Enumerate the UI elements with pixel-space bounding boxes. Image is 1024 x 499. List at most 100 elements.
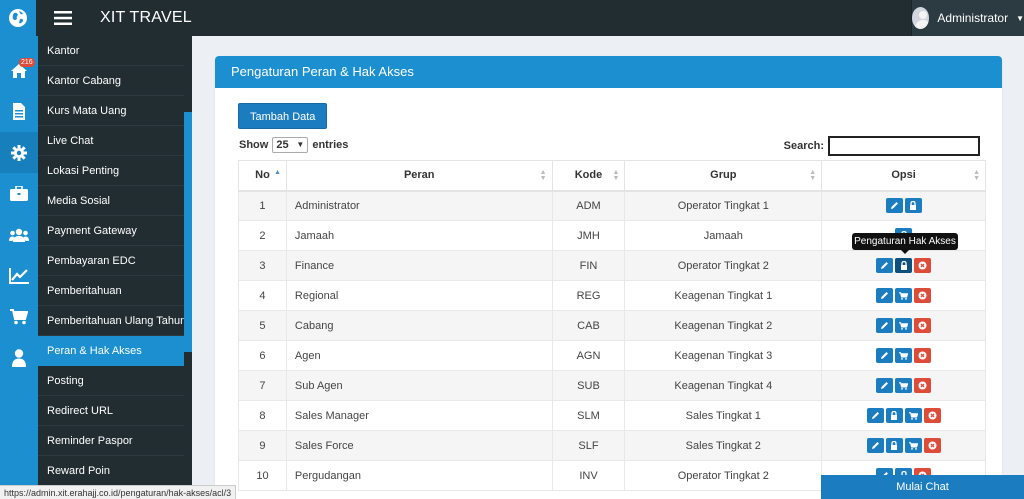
edit-button[interactable] xyxy=(866,408,884,423)
cell-grup: Keagenan Tingkat 4 xyxy=(624,370,823,401)
access-rights-button[interactable] xyxy=(885,408,903,423)
cell-opsi xyxy=(821,280,986,311)
sidebar-item-reminder-paspor[interactable]: Reminder Paspor xyxy=(38,426,192,456)
sidebar-icon-chart[interactable] xyxy=(0,255,38,296)
access-rights-button[interactable] xyxy=(904,198,922,214)
sidebar-icon-cart[interactable] xyxy=(0,296,38,337)
access-rights-button[interactable] xyxy=(895,258,913,273)
row-actions xyxy=(885,198,922,214)
start-chat-button[interactable]: Mulai Chat xyxy=(821,475,1024,499)
column-header-kode[interactable]: Kode ▲ ▼ xyxy=(551,160,626,192)
cart-button[interactable] xyxy=(895,318,913,333)
cart-button[interactable] xyxy=(904,408,922,423)
edit-button[interactable] xyxy=(885,198,903,214)
panel-title: Pengaturan Peran & Hak Akses xyxy=(215,56,1002,88)
lock-icon xyxy=(890,441,898,450)
column-header-peran[interactable]: Peran ▲ ▼ xyxy=(285,160,553,192)
menu-toggle-button[interactable] xyxy=(36,0,90,36)
cell-kode: SLF xyxy=(551,430,626,461)
scrollbar-thumb[interactable] xyxy=(184,112,192,352)
pencil-icon xyxy=(880,381,889,390)
pencil-icon xyxy=(880,321,889,330)
sidebar-item-pemberitahuan-ulang-tahun[interactable]: Pemberitahuan Ulang Tahun xyxy=(38,306,192,336)
delete-button[interactable] xyxy=(914,288,932,303)
cell-peran: Agen xyxy=(285,340,553,371)
sidebar-item-peran-hak-akses[interactable]: Peran & Hak Akses xyxy=(38,336,192,366)
sidebar-scrollbar[interactable] xyxy=(184,36,192,499)
sidebar-item-pembayaran-edc[interactable]: Pembayaran EDC xyxy=(38,246,192,276)
cart-button[interactable] xyxy=(895,288,913,303)
table-row: 5 Cabang CAB Keagenan Tingkat 2 xyxy=(238,310,986,341)
roles-panel: Pengaturan Peran & Hak Akses Tambah Data… xyxy=(215,56,1002,499)
notification-badge: 216 xyxy=(19,58,35,67)
sidebar-icon-users[interactable] xyxy=(0,214,38,255)
sort-icon: ▲ ▼ xyxy=(973,169,980,182)
cell-kode: JMH xyxy=(551,220,626,251)
add-data-button[interactable]: Tambah Data xyxy=(238,103,328,129)
search-input[interactable] xyxy=(828,136,980,156)
edit-button[interactable] xyxy=(876,348,894,363)
cell-peran: Administrator xyxy=(285,190,553,221)
cell-kode: AGN xyxy=(551,340,626,371)
delete-button[interactable] xyxy=(914,258,932,273)
column-header-no[interactable]: No ▲ xyxy=(238,160,287,192)
access-rights-button[interactable] xyxy=(885,438,903,453)
delete-button[interactable] xyxy=(923,408,941,423)
sidebar-item-pemberitahuan[interactable]: Pemberitahuan xyxy=(38,276,192,306)
table-row: 3 Finance FIN Operator Tingkat 2 xyxy=(238,250,986,281)
edit-button[interactable] xyxy=(876,378,894,393)
sidebar-icon-home[interactable]: 216 xyxy=(0,50,38,91)
edit-button[interactable] xyxy=(876,318,894,333)
sidebar-item-kantor-cabang[interactable]: Kantor Cabang xyxy=(38,66,192,96)
roles-table: No ▲ Peran ▲ ▼ Kode ▲ ▼ Grup ▲ ▼ Opsi ▲ ▼ 1 Admini… xyxy=(238,160,986,491)
sidebar-item-reward-poin[interactable]: Reward Poin xyxy=(38,456,192,486)
column-header-grup[interactable]: Grup ▲ ▼ xyxy=(624,160,823,192)
edit-button[interactable] xyxy=(866,438,884,453)
edit-button[interactable] xyxy=(876,288,894,303)
pencil-icon xyxy=(871,441,880,450)
cart-icon xyxy=(899,291,909,300)
table-row: 8 Sales Manager SLM Sales Tingkat 1 xyxy=(238,400,986,431)
sidebar-item-redirect-url[interactable]: Redirect URL xyxy=(38,396,192,426)
cell-kode: ADM xyxy=(551,190,626,221)
user-menu[interactable]: Administrator ▼ xyxy=(911,0,1024,36)
delete-button[interactable] xyxy=(914,378,932,393)
cell-no: 7 xyxy=(238,370,287,401)
cell-kode: REG xyxy=(551,280,626,311)
delete-button[interactable] xyxy=(914,318,932,333)
cell-peran: Jamaah xyxy=(285,220,553,251)
sidebar-icon-briefcase[interactable] xyxy=(0,173,38,214)
cell-grup: Jamaah xyxy=(624,220,823,251)
cart-button[interactable] xyxy=(904,438,922,453)
cell-peran: Cabang xyxy=(285,310,553,341)
sidebar-item-lokasi-penting[interactable]: Lokasi Penting xyxy=(38,156,192,186)
entries-select[interactable]: 25 ▼ xyxy=(272,137,309,153)
cart-button[interactable] xyxy=(895,348,913,363)
delete-button[interactable] xyxy=(914,348,932,363)
top-navbar: XIT TRAVEL Administrator ▼ xyxy=(0,0,1024,36)
user-name: Administrator xyxy=(937,11,1009,25)
entries-label: entries xyxy=(312,139,349,151)
column-header-opsi[interactable]: Opsi ▲ ▼ xyxy=(821,160,986,192)
cart-icon xyxy=(908,411,918,420)
status-bar-url: https://admin.xit.erahajj.co.id/pengatur… xyxy=(0,485,237,499)
sidebar-item-payment-gateway[interactable]: Payment Gateway xyxy=(38,216,192,246)
gear-icon xyxy=(11,144,27,161)
sidebar-item-media-sosial[interactable]: Media Sosial xyxy=(38,186,192,216)
cell-no: 6 xyxy=(238,340,287,371)
sidebar-item-posting[interactable]: Posting xyxy=(38,366,192,396)
cart-button[interactable] xyxy=(895,378,913,393)
globe-logo-icon[interactable] xyxy=(0,0,36,36)
cell-peran: Regional xyxy=(285,280,553,311)
edit-button[interactable] xyxy=(876,258,894,273)
pencil-icon xyxy=(880,351,889,360)
sidebar-item-live-chat[interactable]: Live Chat xyxy=(38,126,192,156)
sidebar-icon-document[interactable] xyxy=(0,91,38,132)
delete-button[interactable] xyxy=(923,438,941,453)
sidebar-item-kantor[interactable]: Kantor xyxy=(38,36,192,66)
row-actions xyxy=(866,438,941,453)
sidebar-item-kurs-mata-uang[interactable]: Kurs Mata Uang xyxy=(38,96,192,126)
sidebar-icon-user[interactable] xyxy=(0,337,38,378)
sidebar-icon-settings[interactable] xyxy=(0,132,38,173)
sort-icon: ▲ ▼ xyxy=(539,169,547,182)
